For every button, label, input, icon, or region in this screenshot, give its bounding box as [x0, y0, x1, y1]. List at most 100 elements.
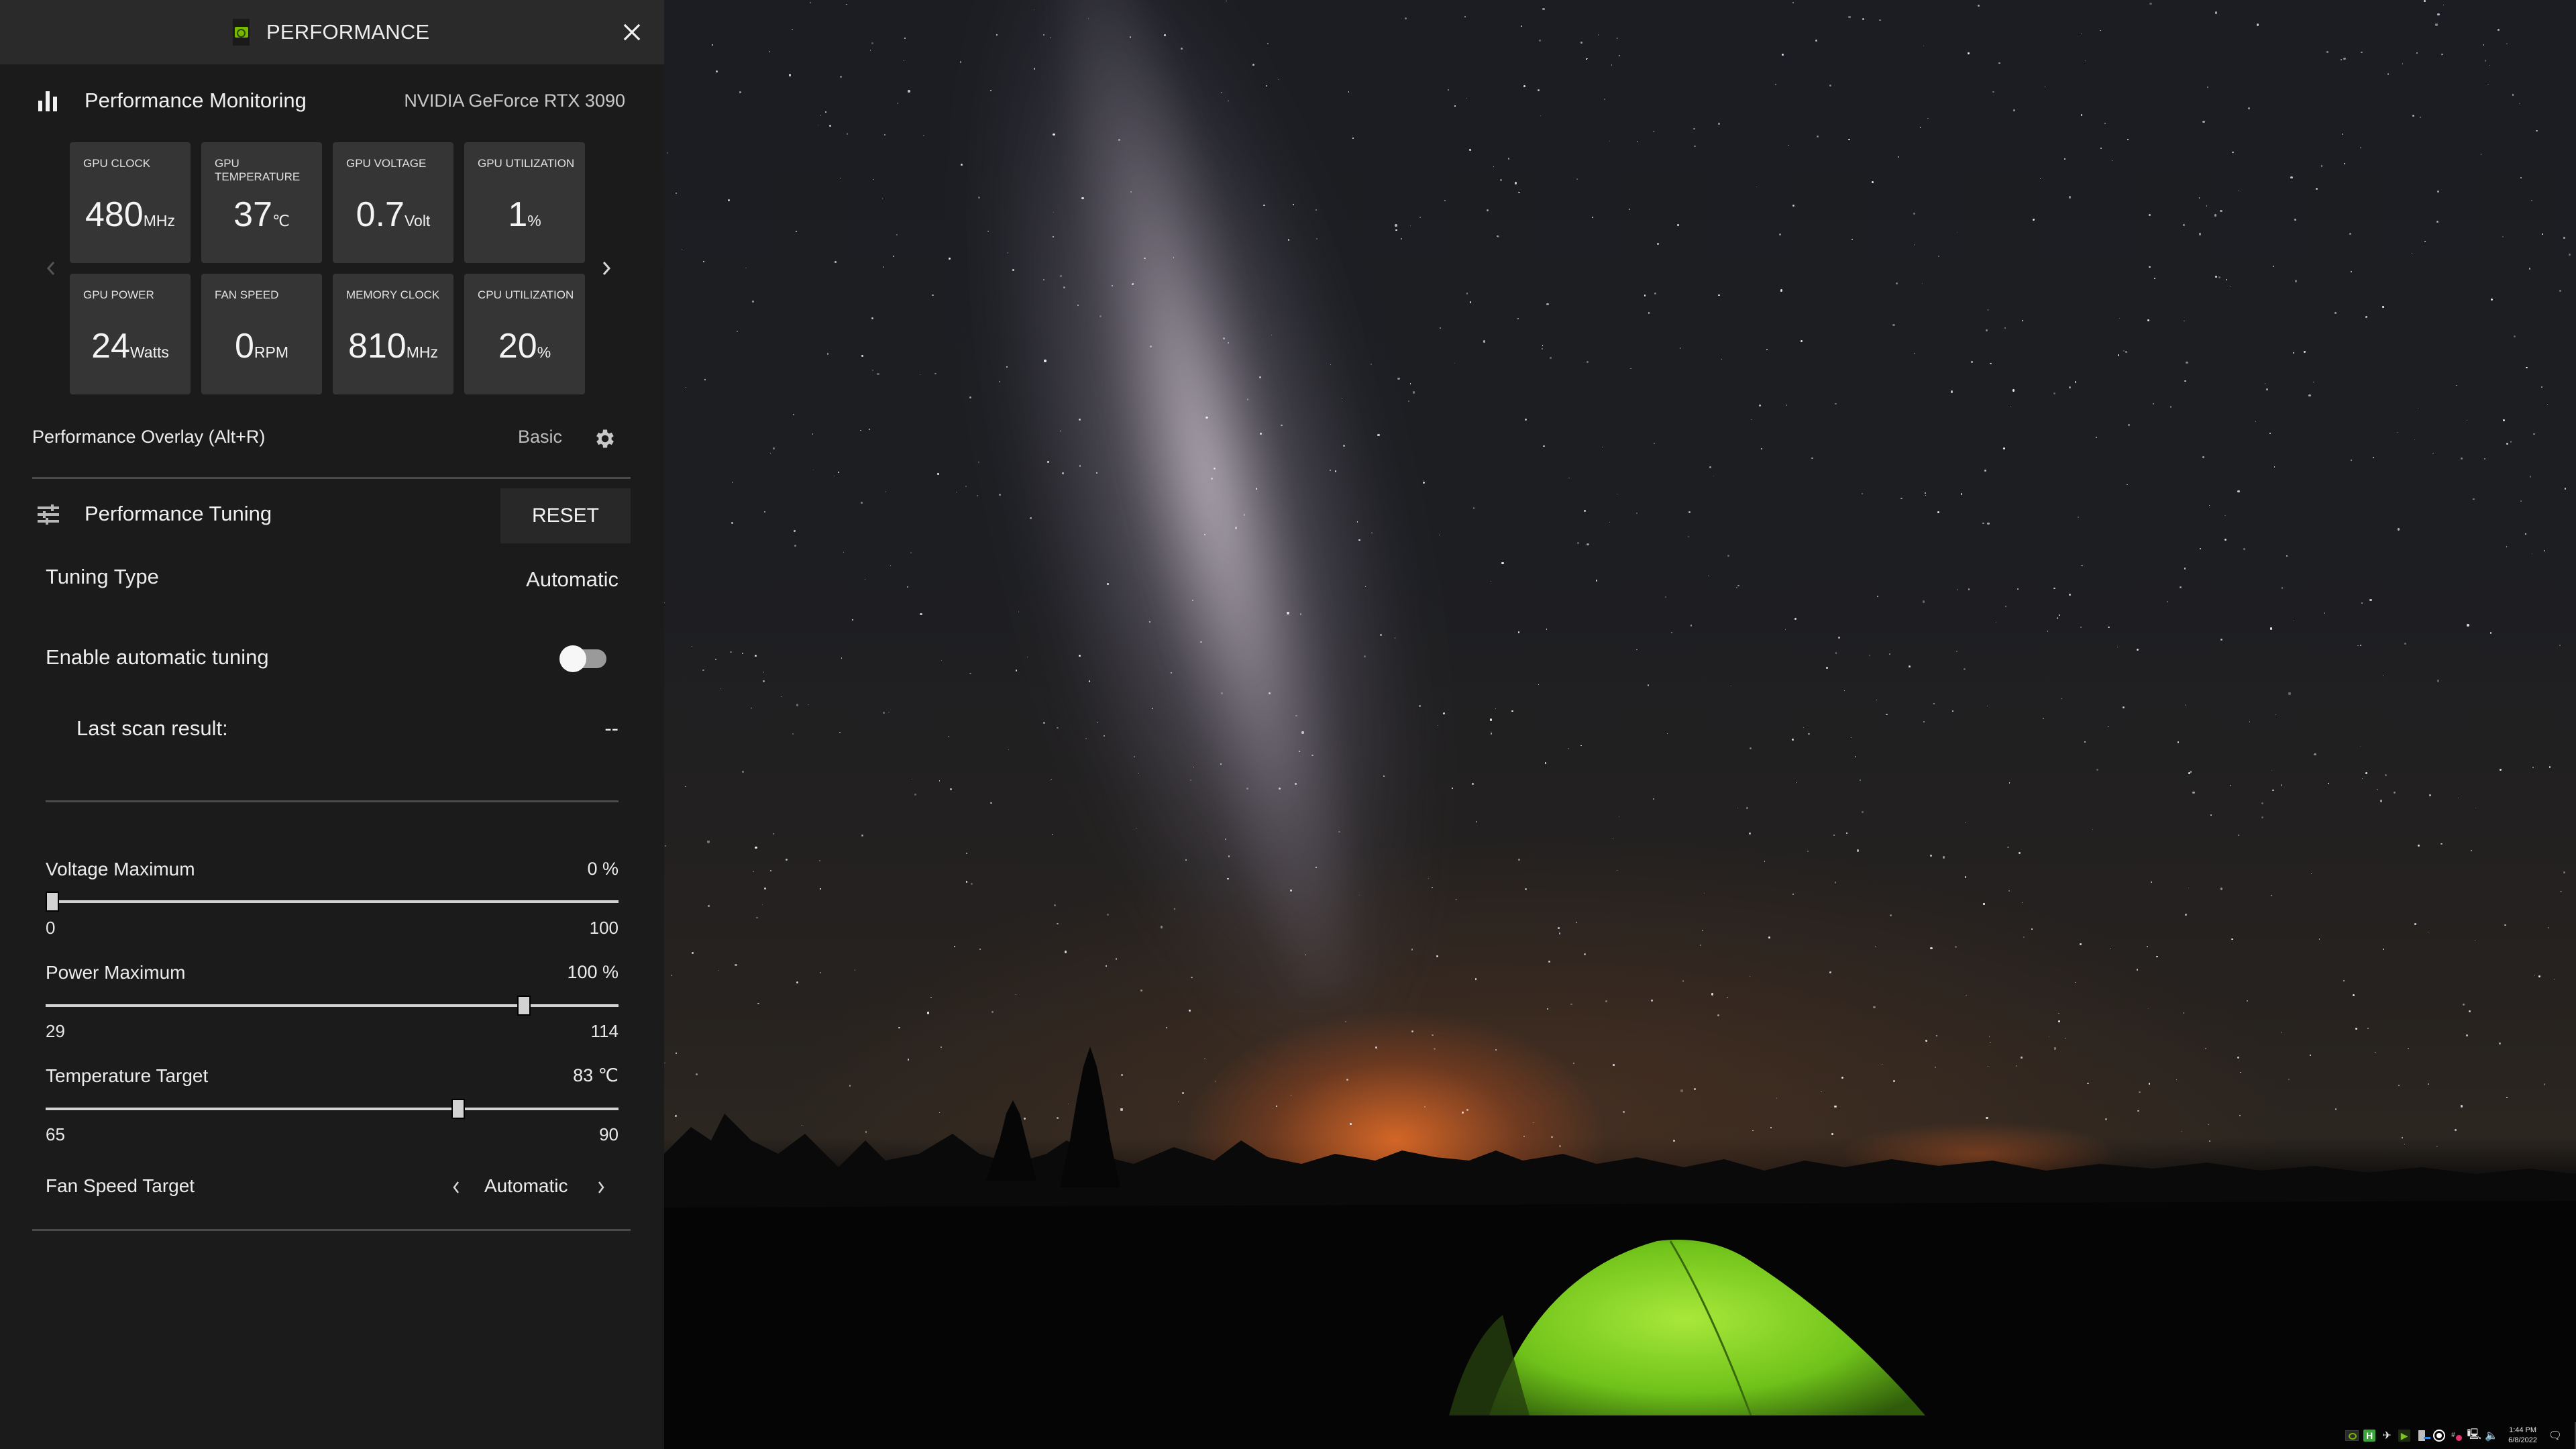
tuning-title: Performance Tuning [85, 502, 272, 525]
slider-track [46, 1004, 619, 1007]
reset-button[interactable]: RESET [500, 488, 631, 543]
fan-speed-next-button[interactable] [591, 1174, 611, 1201]
temperature-target-slider[interactable] [46, 1099, 619, 1119]
media-play-icon[interactable]: ▶ [2397, 1428, 2412, 1443]
metric-tile-gpu-power: GPU POWER 24Watts [70, 274, 191, 394]
tiles-prev-button[interactable] [39, 256, 63, 280]
metric-label: GPU CLOCK [83, 157, 151, 170]
fan-speed-value: Automatic [484, 1175, 568, 1196]
metric-tiles: GPU CLOCK 480MHz GPU TEMPERATURE 37℃ GPU… [70, 142, 585, 394]
record-icon[interactable] [2432, 1428, 2447, 1443]
metric-label: GPU UTILIZATION [478, 157, 575, 170]
voltage-maximum-slider[interactable] [46, 892, 619, 912]
power-maximum-slider[interactable] [46, 996, 619, 1016]
last-scan-value: -- [604, 716, 619, 740]
metric-unit: MHz [406, 343, 439, 361]
monitoring-header: Performance Monitoring NVIDIA GeForce RT… [0, 87, 664, 114]
metric-value: 1 [508, 195, 528, 234]
toggle-knob [559, 645, 586, 672]
slider-max: 114 [590, 1021, 619, 1041]
slider-track [46, 900, 619, 903]
tuning-divider [46, 800, 619, 802]
airplane-icon[interactable]: ✈ [2379, 1428, 2394, 1443]
metric-unit: RPM [254, 343, 289, 361]
metric-tile-cpu-utilization: CPU UTILIZATION 20% [464, 274, 585, 394]
metric-unit: % [527, 212, 541, 229]
panel-title: PERFORMANCE [266, 20, 430, 44]
nvidia-icon[interactable] [2345, 1428, 2359, 1443]
network-device-icon[interactable] [2414, 1428, 2431, 1443]
slack-icon[interactable]: # [2449, 1428, 2464, 1443]
metric-label: GPU TEMPERATURE [215, 157, 301, 183]
slider-max: 100 [589, 918, 619, 938]
gpu-name: NVIDIA GeForce RTX 3090 [404, 90, 625, 111]
metric-unit: MHz [143, 212, 176, 229]
volume-icon[interactable]: 🔈 [2484, 1428, 2499, 1443]
metric-value: 0.7 [356, 195, 405, 234]
slider-thumb[interactable] [46, 892, 59, 912]
monitoring-title: Performance Monitoring [85, 89, 307, 112]
metric-label: GPU VOLTAGE [346, 157, 427, 170]
auto-tuning-toggle[interactable] [558, 644, 609, 674]
metric-tile-gpu-temperature: GPU TEMPERATURE 37℃ [201, 142, 322, 263]
slider-label: Power Maximum [46, 962, 186, 983]
close-button[interactable] [620, 20, 644, 44]
h-app-icon[interactable]: H [2362, 1428, 2377, 1443]
sliders-icon [38, 504, 59, 525]
green-tent [1449, 1240, 1925, 1416]
metric-label: GPU POWER [83, 288, 154, 301]
title-bar: PERFORMANCE [0, 0, 664, 64]
notification-center-icon[interactable]: 🗨 [2548, 1428, 2563, 1443]
clock-time: 1:44 PM [2509, 1426, 2537, 1434]
chevron-right-icon [598, 1181, 604, 1193]
section-divider [32, 477, 631, 479]
desktop-wallpaper [664, 0, 2576, 1422]
slider-value: 83 ℃ [573, 1065, 619, 1085]
slider-max: 90 [599, 1124, 619, 1144]
slider-thumb[interactable] [451, 1099, 465, 1119]
slider-value: 0 % [587, 859, 619, 879]
overlay-mode[interactable]: Basic [518, 427, 562, 447]
metric-tile-memory-clock: MEMORY CLOCK 810MHz [333, 274, 453, 394]
metric-tile-gpu-clock: GPU CLOCK 480MHz [70, 142, 191, 263]
slider-label: Temperature Target [46, 1065, 209, 1086]
fan-speed-prev-button[interactable] [446, 1174, 466, 1201]
metric-value: 24 [91, 327, 130, 366]
metric-tile-gpu-utilization: GPU UTILIZATION 1% [464, 142, 585, 263]
metric-value: 0 [234, 327, 254, 366]
metric-unit: % [537, 343, 551, 361]
metric-tile-gpu-voltage: GPU VOLTAGE 0.7Volt [333, 142, 453, 263]
metric-value: 480 [85, 195, 144, 234]
metric-value: 20 [498, 327, 537, 366]
last-scan-label: Last scan result: [76, 716, 228, 740]
network-icon[interactable]: 🖳 [2467, 1428, 2481, 1443]
metric-label: MEMORY CLOCK [346, 288, 440, 301]
nvidia-logo-icon [233, 19, 250, 46]
metric-value: 37 [233, 195, 272, 234]
fan-speed-label: Fan Speed Target [46, 1175, 195, 1196]
gear-icon [596, 429, 614, 448]
taskbar: H ✈ ▶ # 🖳 🔈 1:44 PM 6/8/2022 🗨 [664, 1422, 2576, 1449]
tuning-type-label: Tuning Type [46, 565, 159, 588]
clock-date: 6/8/2022 [2508, 1436, 2537, 1444]
metric-unit: Watts [129, 343, 169, 361]
slider-min: 0 [46, 918, 56, 938]
slider-min: 29 [46, 1021, 65, 1041]
auto-tuning-label: Enable automatic tuning [46, 645, 269, 669]
slider-value: 100 % [567, 962, 619, 982]
close-icon [623, 23, 641, 41]
chevron-right-icon [602, 262, 611, 275]
performance-panel: PERFORMANCE Performance Monitoring NVIDI… [0, 0, 664, 1449]
bottom-divider [32, 1229, 631, 1231]
clock[interactable]: 1:44 PM 6/8/2022 [2508, 1426, 2537, 1446]
slider-thumb[interactable] [517, 996, 531, 1016]
overlay-settings-button[interactable] [593, 427, 617, 451]
metric-label: FAN SPEED [215, 288, 279, 301]
metric-unit: ℃ [272, 212, 290, 229]
slider-track [46, 1108, 619, 1110]
slider-label: Voltage Maximum [46, 859, 195, 879]
tuning-type-value: Automatic [526, 568, 619, 591]
chevron-left-icon [453, 1181, 459, 1193]
metric-label: CPU UTILIZATION [478, 288, 574, 301]
tiles-next-button[interactable] [594, 256, 619, 280]
